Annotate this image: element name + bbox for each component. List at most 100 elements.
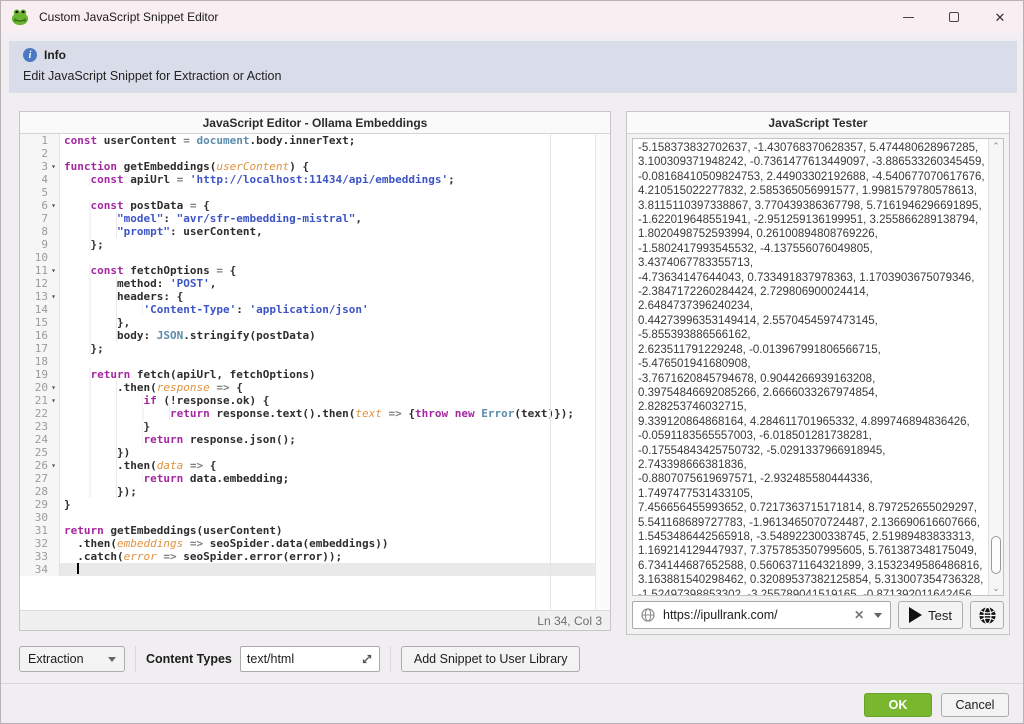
code-line-text[interactable]: body: JSON.stringify(postData)	[60, 329, 610, 342]
code-line-text[interactable]: return getEmbeddings(userContent)	[60, 524, 610, 537]
line-number-gutter[interactable]: 13▾	[20, 290, 60, 303]
line-number-gutter[interactable]: 5	[20, 186, 60, 199]
line-number-gutter[interactable]: 27	[20, 472, 60, 485]
line-number-gutter[interactable]: 30	[20, 511, 60, 524]
line-number-gutter[interactable]: 4	[20, 173, 60, 186]
line-number-gutter[interactable]: 15	[20, 316, 60, 329]
scroll-up-icon[interactable]: ⌃	[992, 140, 1000, 152]
code-line-text[interactable]: })	[60, 446, 610, 459]
line-number-gutter[interactable]: 12	[20, 277, 60, 290]
cancel-button[interactable]: Cancel	[941, 693, 1009, 717]
url-dropdown-caret-icon[interactable]	[874, 613, 882, 618]
open-in-browser-button[interactable]	[970, 601, 1004, 629]
code-line-text[interactable]: });	[60, 485, 610, 498]
test-button[interactable]: Test	[898, 601, 963, 629]
code-line-text[interactable]: return response.text().then(text => {thr…	[60, 407, 610, 420]
line-number-gutter[interactable]: 1	[20, 134, 60, 147]
scrollbar-thumb[interactable]	[991, 536, 1001, 574]
code-line-text[interactable]: "prompt": userContent,	[60, 225, 610, 238]
code-line-text[interactable]: method: 'POST',	[60, 277, 610, 290]
line-number-gutter[interactable]: 33	[20, 550, 60, 563]
scroll-down-icon[interactable]: ⌄	[992, 582, 1000, 594]
snippet-type-dropdown[interactable]: Extraction	[19, 646, 125, 672]
line-number-gutter[interactable]: 22	[20, 407, 60, 420]
code-line-text[interactable]: };	[60, 342, 610, 355]
code-line-text[interactable]: return data.embedding;	[60, 472, 610, 485]
line-number-gutter[interactable]: 34	[20, 563, 60, 576]
code-line-text[interactable]: }	[60, 498, 610, 511]
code-line-text[interactable]	[60, 186, 610, 199]
code-line-text[interactable]: .then(response => {	[60, 381, 610, 394]
add-snippet-to-library-button[interactable]: Add Snippet to User Library	[401, 646, 581, 672]
line-number-gutter[interactable]: 26▾	[20, 459, 60, 472]
code-line-text[interactable]: 'Content-Type': 'application/json'	[60, 303, 610, 316]
scrollbar-rail[interactable]	[989, 152, 1003, 582]
test-url-value[interactable]: https://ipullrank.com/	[663, 608, 846, 622]
code-line-text[interactable]: .then(embeddings => seoSpider.data(embed…	[60, 537, 610, 550]
line-number-gutter[interactable]: 25	[20, 446, 60, 459]
code-line-text[interactable]: return fetch(apiUrl, fetchOptions)	[60, 368, 610, 381]
code-line-text[interactable]	[60, 511, 610, 524]
fold-toggle-icon[interactable]: ▾	[48, 394, 59, 407]
fold-toggle-icon[interactable]: ▾	[48, 381, 59, 394]
code-line-text[interactable]: return response.json();	[60, 433, 610, 446]
code-line-text[interactable]: .then(data => {	[60, 459, 610, 472]
line-number-gutter[interactable]: 10	[20, 251, 60, 264]
line-number-gutter[interactable]: 18	[20, 355, 60, 368]
line-number-gutter[interactable]: 19	[20, 368, 60, 381]
minimize-button[interactable]	[885, 1, 931, 33]
expand-field-icon[interactable]	[361, 653, 373, 665]
code-line-text[interactable]: const fetchOptions = {	[60, 264, 610, 277]
code-editor[interactable]: 1const userContent = document.body.inner…	[20, 134, 610, 610]
line-number-gutter[interactable]: 2	[20, 147, 60, 160]
line-number-gutter[interactable]: 28	[20, 485, 60, 498]
line-number-gutter[interactable]: 9	[20, 238, 60, 251]
close-button[interactable]: ✕	[977, 1, 1023, 33]
fold-toggle-icon[interactable]: ▾	[48, 459, 59, 472]
code-line-text[interactable]	[60, 563, 610, 576]
line-number-gutter[interactable]: 3▾	[20, 160, 60, 173]
clear-url-icon[interactable]: ✕	[854, 608, 864, 622]
code-line-text[interactable]: const apiUrl = 'http://localhost:11434/a…	[60, 173, 610, 186]
line-number-gutter[interactable]: 29	[20, 498, 60, 511]
code-line: 4 const apiUrl = 'http://localhost:11434…	[20, 173, 610, 186]
tester-scrollbar[interactable]: ⌃ ⌄	[988, 139, 1003, 595]
line-number-gutter[interactable]: 21▾	[20, 394, 60, 407]
line-number-gutter[interactable]: 31	[20, 524, 60, 537]
line-number-gutter[interactable]: 16	[20, 329, 60, 342]
line-number-gutter[interactable]: 20▾	[20, 381, 60, 394]
line-number-gutter[interactable]: 7	[20, 212, 60, 225]
test-url-combobox[interactable]: https://ipullrank.com/ ✕	[632, 601, 891, 629]
ok-button[interactable]: OK	[864, 693, 932, 717]
fold-toggle-icon[interactable]: ▾	[48, 199, 59, 212]
line-number-gutter[interactable]: 11▾	[20, 264, 60, 277]
code-line-text[interactable]	[60, 147, 610, 160]
maximize-button[interactable]	[931, 1, 977, 33]
code-line-text[interactable]	[60, 251, 610, 264]
line-number-gutter[interactable]: 24	[20, 433, 60, 446]
line-number-gutter[interactable]: 32	[20, 537, 60, 550]
code-line-text[interactable]: const userContent = document.body.innerT…	[60, 134, 610, 147]
code-line-text[interactable]: .catch(error => seoSpider.error(error));	[60, 550, 610, 563]
fold-toggle-icon[interactable]: ▾	[48, 290, 59, 303]
code-line-text[interactable]: headers: {	[60, 290, 610, 303]
code-line-text[interactable]	[60, 355, 610, 368]
line-number-gutter[interactable]: 14	[20, 303, 60, 316]
tester-output-text[interactable]: -5.158373832702637, -1.430768370628357, …	[633, 139, 988, 595]
line-number-gutter[interactable]: 17	[20, 342, 60, 355]
code-line-text[interactable]: if (!response.ok) {	[60, 394, 610, 407]
content-types-value[interactable]: text/html	[247, 652, 357, 666]
code-line-text[interactable]: }	[60, 420, 610, 433]
fold-toggle-icon[interactable]: ▾	[48, 160, 59, 173]
code-line-text[interactable]: };	[60, 238, 610, 251]
line-number-gutter[interactable]: 23	[20, 420, 60, 433]
fold-toggle-icon[interactable]: ▾	[48, 264, 59, 277]
code-line-text[interactable]: "model": "avr/sfr-embedding-mistral",	[60, 212, 610, 225]
code-line-text[interactable]: function getEmbeddings(userContent) {	[60, 160, 610, 173]
code-line-text[interactable]: const postData = {	[60, 199, 610, 212]
line-number-gutter[interactable]: 6▾	[20, 199, 60, 212]
content-types-input[interactable]: text/html	[240, 646, 380, 672]
code-line-text[interactable]: },	[60, 316, 610, 329]
line-number-gutter[interactable]: 8	[20, 225, 60, 238]
editor-scrollbar-track[interactable]	[595, 134, 610, 610]
